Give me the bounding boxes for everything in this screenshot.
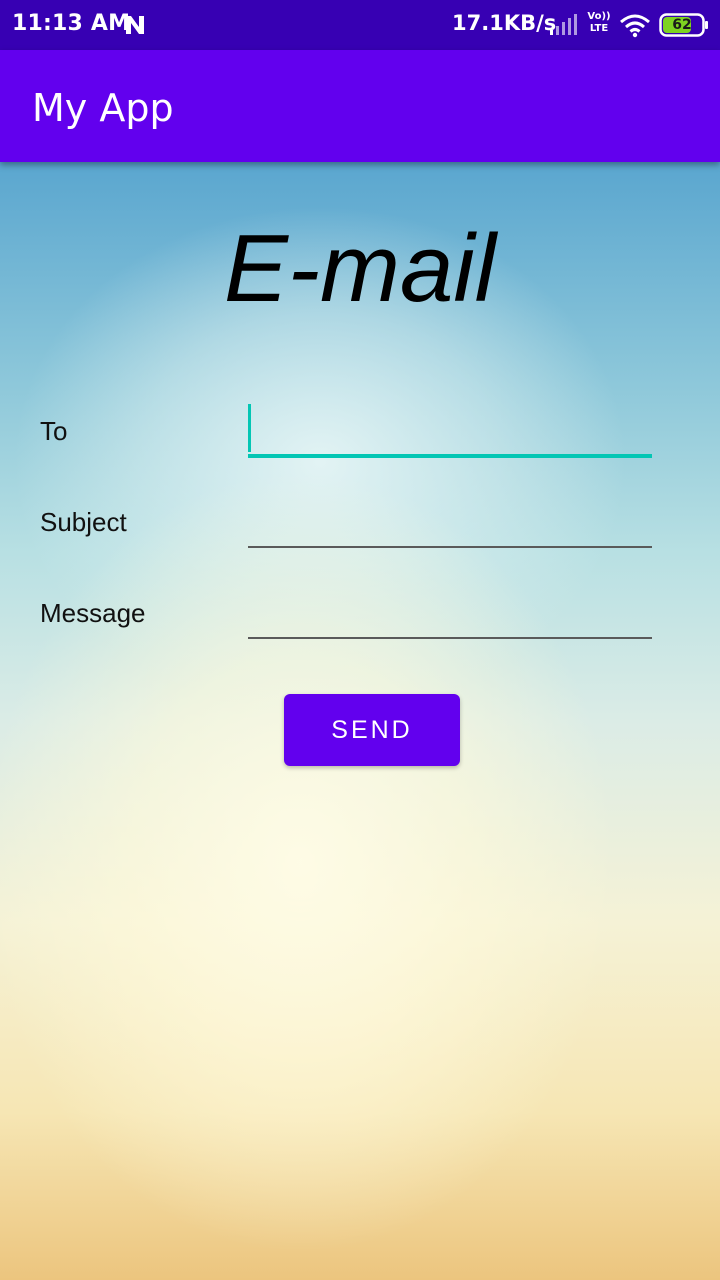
to-label: To (40, 416, 68, 446)
volte-indicator: Vo)) LTE (586, 11, 612, 35)
message-input[interactable] (248, 587, 652, 637)
status-bar: 11:13 AM 17.1KB/s Vo)) LTE 62 (0, 0, 720, 50)
n-notification-icon (126, 16, 144, 34)
app-bar: My App (0, 50, 720, 162)
wifi-icon (620, 14, 650, 38)
volte-label: Vo)) (587, 11, 611, 22)
to-input-underline (248, 454, 652, 458)
battery-icon: 62 (659, 13, 709, 37)
to-input[interactable] (248, 406, 652, 456)
network-speed: 17.1KB/s (452, 11, 557, 35)
lte-label: LTE (589, 23, 609, 34)
subject-input[interactable] (248, 496, 652, 546)
message-input-underline (248, 637, 652, 639)
subject-label: Subject (40, 507, 127, 537)
send-button[interactable]: SEND (284, 694, 460, 766)
status-time: 11:13 AM (12, 11, 131, 36)
text-cursor (248, 404, 251, 452)
screen: 11:13 AM 17.1KB/s Vo)) LTE 62 My App E-m… (0, 0, 720, 1280)
message-label: Message (40, 598, 146, 628)
subject-input-underline (248, 546, 652, 548)
battery-level: 62 (672, 17, 692, 33)
page-heading: E-mail (223, 215, 496, 322)
app-title: My App (32, 86, 174, 130)
email-form: E-mail To Subject Message SEND (0, 162, 720, 1280)
signal-bars-icon (550, 14, 577, 35)
